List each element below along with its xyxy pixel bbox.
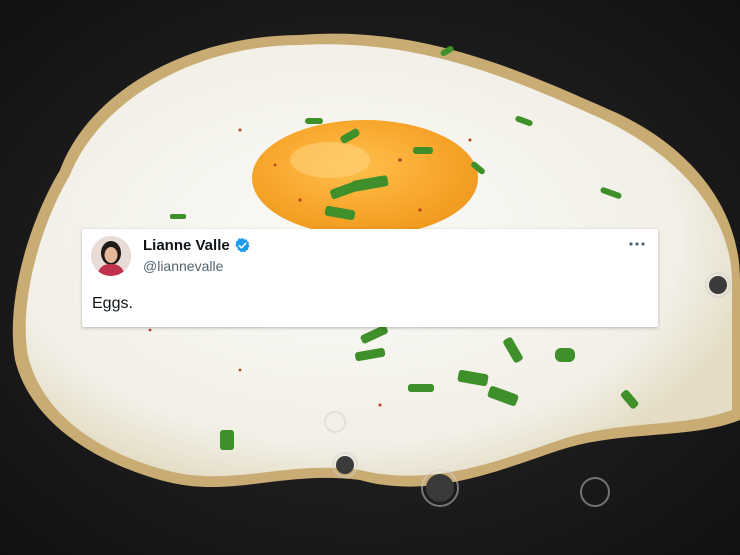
- tweet-card[interactable]: Lianne Valle @liannevalle Eggs.: [82, 229, 658, 327]
- verified-badge-icon: [234, 238, 250, 253]
- more-horizontal-icon[interactable]: [628, 237, 646, 251]
- user-handle[interactable]: @liannevalle: [143, 258, 223, 274]
- display-name[interactable]: Lianne Valle: [143, 237, 251, 254]
- tweet-text: Eggs.: [92, 295, 133, 312]
- display-name-text: Lianne Valle: [143, 237, 230, 254]
- profile-photo-icon: [91, 236, 131, 276]
- avatar[interactable]: [91, 236, 131, 276]
